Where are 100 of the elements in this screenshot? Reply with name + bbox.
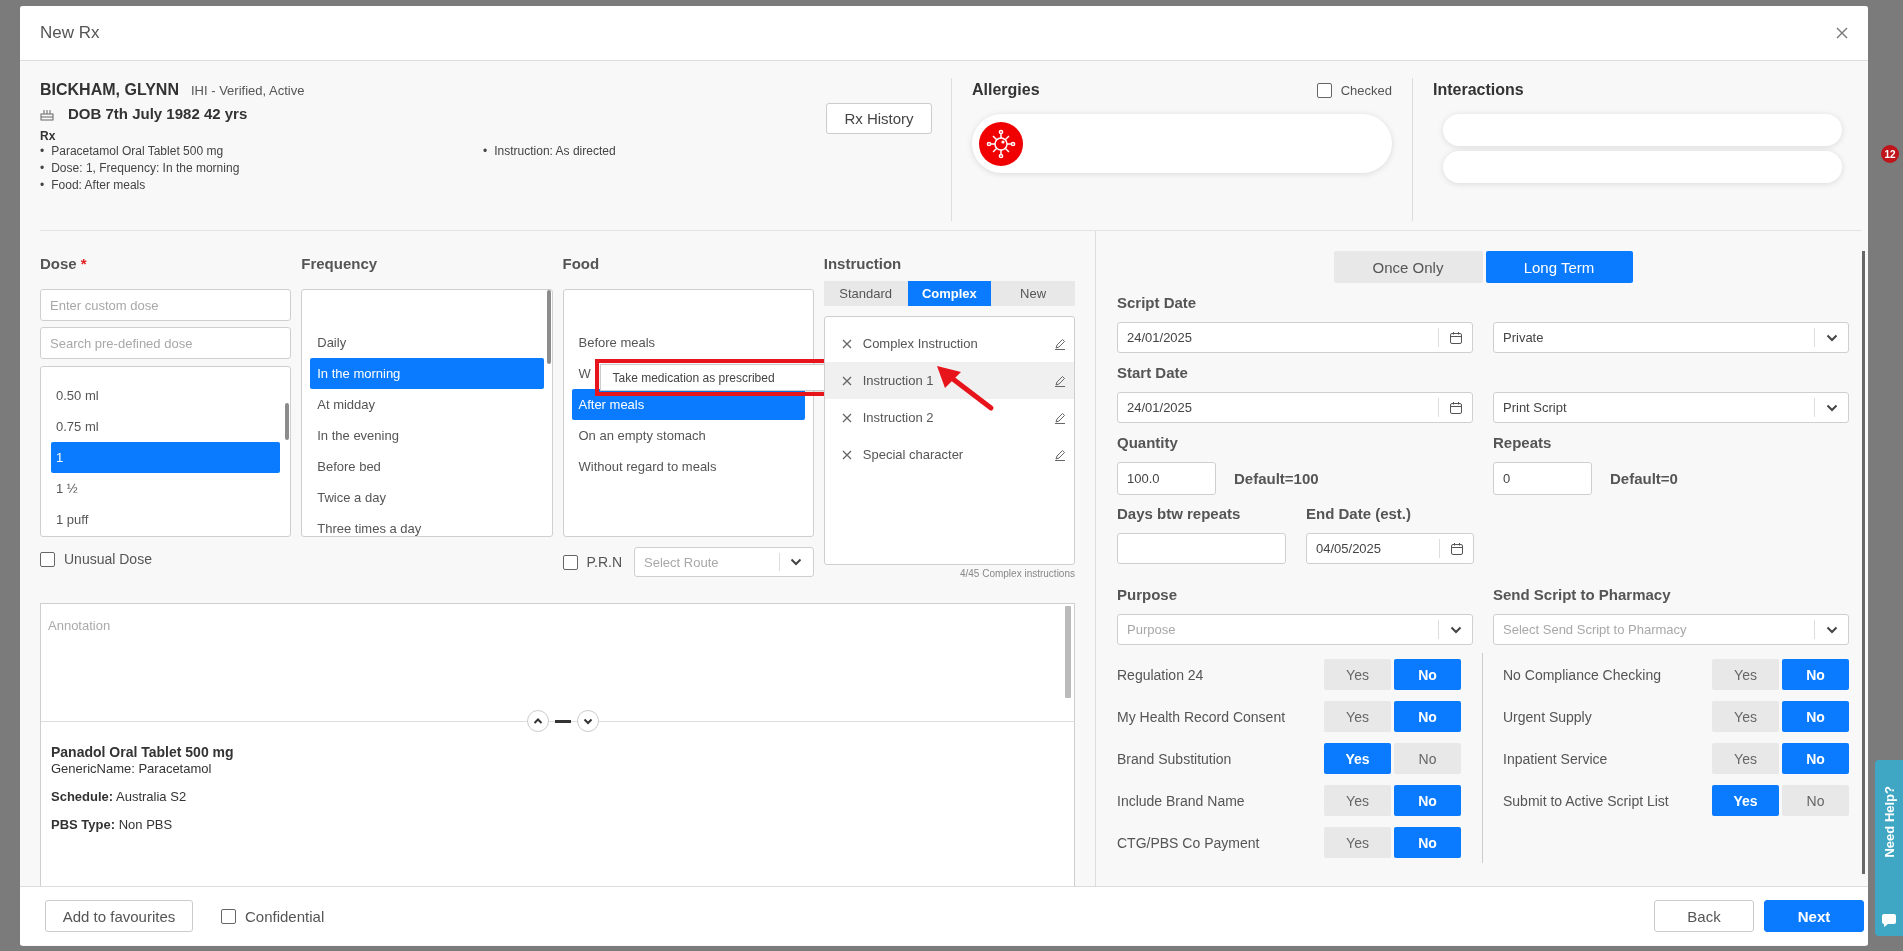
no-button[interactable]: No: [1394, 827, 1461, 858]
window-title: New Rx: [40, 23, 100, 43]
ihi-status: IHI - Verified, Active: [190, 83, 305, 98]
yes-button[interactable]: Yes: [1712, 659, 1779, 690]
checkbox[interactable]: [562, 554, 578, 570]
checkbox-label: P.R.N: [586, 554, 623, 570]
add-to-favourites-button[interactable]: Add to favourites: [45, 900, 193, 932]
required-mark: *: [80, 255, 87, 272]
calendar-icon: [1449, 541, 1464, 556]
delivery-dropdown[interactable]: Print Script: [1493, 392, 1849, 423]
no-button[interactable]: No: [1394, 701, 1461, 732]
script-date-field[interactable]: 24/01/2025: [1117, 322, 1473, 353]
list-option[interactable]: In the morning: [310, 358, 544, 389]
field-label: Quantity: [1117, 433, 1179, 453]
field-label: Frequency: [301, 255, 378, 272]
chevron-down-icon: [583, 716, 593, 726]
option-label: Include Brand Name: [1117, 792, 1245, 809]
checkbox[interactable]: [1316, 82, 1332, 98]
no-button[interactable]: No: [1394, 785, 1461, 816]
yes-button[interactable]: Yes: [1324, 785, 1391, 816]
close-icon[interactable]: [1836, 27, 1848, 39]
field-label: Dose: [40, 255, 77, 272]
field-label: Script Date: [1117, 293, 1198, 313]
option-label: CTG/PBS Co Payment: [1117, 834, 1260, 851]
expand-button[interactable]: [577, 710, 599, 732]
scrollbar[interactable]: [285, 403, 290, 440]
virus-icon: [979, 121, 1023, 166]
section-title: Interactions: [1433, 81, 1525, 99]
no-button[interactable]: No: [1782, 785, 1849, 816]
term-tab[interactable]: Long Term: [1485, 251, 1633, 283]
no-button[interactable]: No: [1782, 701, 1849, 732]
field-label: Start Date: [1117, 363, 1189, 383]
field-label: End Date (est.): [1306, 504, 1412, 524]
yes-button[interactable]: Yes: [1324, 827, 1391, 858]
yes-button[interactable]: Yes: [1324, 743, 1391, 774]
field-label: Send Script to Pharmacy: [1493, 585, 1672, 605]
pencil-icon: [1054, 411, 1066, 424]
rx-detail: Food: After meals: [51, 177, 146, 194]
days-between-repeats-field[interactable]: [1117, 533, 1286, 564]
rx-heading: Rx: [40, 129, 57, 143]
placeholder-text: Annotation: [48, 618, 111, 633]
list-option[interactable]: Twice a day: [310, 482, 544, 513]
list-option[interactable]: 1: [51, 442, 281, 473]
collapse-button[interactable]: [527, 710, 549, 732]
remove-icon: [841, 412, 852, 423]
no-button[interactable]: No: [1394, 659, 1461, 690]
repeats-field[interactable]: 0: [1493, 462, 1592, 495]
yes-button[interactable]: Yes: [1712, 743, 1779, 774]
option-text: Complex Instruction: [862, 336, 979, 351]
default-hint: Default=100: [1234, 470, 1319, 487]
no-button[interactable]: No: [1782, 659, 1849, 690]
list-option[interactable]: Without regard to meals: [571, 451, 805, 482]
scrollbar[interactable]: [546, 290, 551, 364]
option-label: My Health Record Consent: [1117, 708, 1286, 725]
no-button[interactable]: No: [1394, 743, 1461, 774]
list-option[interactable]: In the evening: [310, 420, 544, 451]
drug-detail: Schedule: Australia S2: [51, 789, 188, 805]
rx-history-button[interactable]: Rx History: [826, 103, 932, 134]
next-button[interactable]: Next: [1764, 900, 1864, 932]
script-type-dropdown[interactable]: Private: [1493, 322, 1849, 353]
list-option[interactable]: Special character: [824, 436, 1074, 473]
list-option[interactable]: Instruction 1: [824, 362, 1074, 399]
list-option[interactable]: Before meals: [571, 327, 805, 358]
yes-button[interactable]: Yes: [1712, 701, 1779, 732]
option-text: Special character: [862, 447, 965, 462]
quantity-field[interactable]: 100.0: [1117, 462, 1216, 495]
pencil-icon: [1054, 337, 1066, 350]
term-tab[interactable]: Once Only: [1333, 251, 1483, 283]
dose-search-field[interactable]: Search pre-defined dose: [40, 327, 292, 359]
no-button[interactable]: No: [1782, 743, 1849, 774]
list-option[interactable]: Before bed: [310, 451, 544, 482]
list-option[interactable]: At midday: [310, 389, 544, 420]
yes-button[interactable]: Yes: [1712, 785, 1779, 816]
tab[interactable]: Complex: [907, 281, 992, 306]
list-option[interactable]: Complex Instruction: [824, 325, 1074, 362]
list-option[interactable]: 1 ½: [51, 473, 281, 504]
bullet: •: [40, 143, 45, 160]
checkbox[interactable]: [221, 908, 236, 924]
field-label: Instruction: [823, 255, 902, 272]
default-hint: Default=0: [1610, 470, 1678, 487]
list-option[interactable]: Instruction 2: [824, 399, 1074, 436]
list-option[interactable]: On an empty stomach: [571, 420, 805, 451]
yes-button[interactable]: Yes: [1324, 701, 1391, 732]
scrollbar[interactable]: [1065, 606, 1071, 698]
end-date-field[interactable]: 04/05/2025: [1306, 533, 1474, 564]
list-option[interactable]: Three times a day: [310, 513, 544, 536]
list-option[interactable]: 1 puff: [51, 504, 281, 535]
start-date-field[interactable]: 24/01/2025: [1117, 392, 1473, 423]
resize-handle[interactable]: [555, 719, 571, 723]
custom-dose-field[interactable]: Enter custom dose: [40, 289, 292, 321]
list-option[interactable]: Daily: [310, 327, 544, 358]
list-option[interactable]: 0.50 ml: [51, 380, 281, 411]
bullet: •: [483, 143, 488, 160]
yes-button[interactable]: Yes: [1324, 659, 1391, 690]
bullet: •: [40, 177, 45, 194]
scrollbar[interactable]: [1862, 251, 1865, 874]
back-button[interactable]: Back: [1654, 900, 1754, 932]
list-option[interactable]: 0.75 ml: [51, 411, 281, 442]
section-title: Allergies: [972, 81, 1040, 99]
checkbox[interactable]: [40, 551, 55, 567]
